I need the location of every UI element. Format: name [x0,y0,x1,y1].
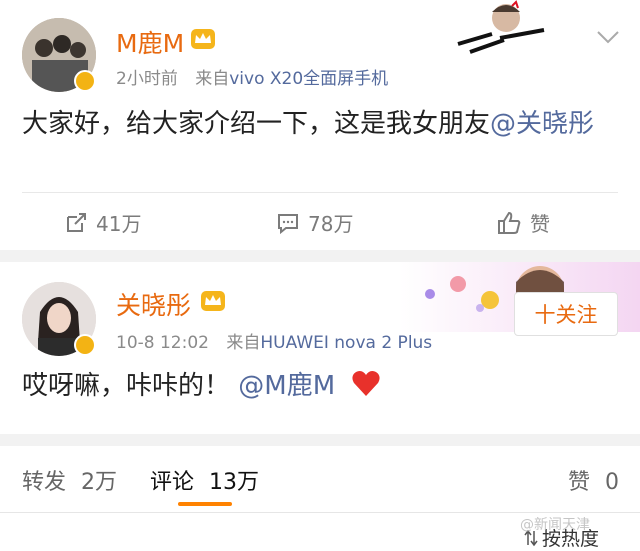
post-card-2: 关晓彤 十关注 10-8 12:02 来自HUAWEI nova 2 Plus … [0,262,640,434]
follow-label: 十关注 [534,303,598,327]
post-meta: 10-8 12:02 来自HUAWEI nova 2 Plus [116,328,432,353]
watermark-text: @新闻天津 [520,517,590,533]
mention-link[interactable]: @关晓彤 [490,109,594,139]
post-time: 2小时前 [116,69,178,89]
mention-link[interactable]: @M鹿M [238,371,335,401]
post-text: 哎呀嘛，咔咔的！ @M鹿M [22,366,612,406]
tab-comments-count: 13万 [209,470,260,495]
tab-reposts-count: 2万 [81,470,118,495]
tab-likes[interactable]: 赞 0 [568,464,619,496]
post-card-1: M鹿M 2小时前 来自vivo X20全面屏手机 大家好，给大家介绍一下，这是我… [0,0,640,250]
section-gap [0,434,640,446]
post-text: 大家好，给大家介绍一下，这是我女朋友@关晓彤 [22,104,612,144]
comment-icon [278,213,298,234]
heart-icon [352,371,381,396]
follow-button[interactable]: 十关注 [514,292,618,336]
watermark: @新闻天津 [520,514,590,534]
active-tab-underline [178,502,232,506]
divider [0,512,640,513]
repost-count: 41万 [96,212,142,236]
tab-likes-label: 赞 [568,470,591,495]
post-text-content: 大家好，给大家介绍一下，这是我女朋友 [22,109,491,139]
section-gap [0,250,640,262]
like-button[interactable]: 赞 [496,208,550,237]
repost-button[interactable]: 41万 [64,208,141,237]
verified-badge-icon [74,334,96,356]
crown-icon [191,29,215,49]
post-source-link[interactable]: vivo X20全面屏手机 [229,69,388,89]
tab-reposts-label: 转发 [22,470,67,495]
thumbs-up-icon [498,211,521,234]
username-link[interactable]: 关晓彤 [116,286,191,322]
like-label: 赞 [530,212,550,236]
divider [22,192,618,193]
crown-icon [201,291,225,311]
post-meta: 2小时前 来自vivo X20全面屏手机 [116,64,388,89]
post-time: 10-8 12:02 [116,333,209,353]
interaction-tab-bar: 转发 2万 评论 13万 赞 0 [0,446,640,512]
source-prefix: 来自 [195,69,230,89]
username-link[interactable]: M鹿M [116,24,184,60]
tab-comments[interactable]: 评论 13万 [150,464,259,496]
post-text-content: 哎呀嘛，咔咔的！ [22,371,231,401]
tab-comments-label: 评论 [150,470,195,495]
verified-badge-icon [74,70,96,92]
post-source-link[interactable]: HUAWEI nova 2 Plus [260,333,432,353]
tab-likes-count: 0 [605,470,620,495]
chevron-down-icon[interactable] [596,30,620,44]
comment-button[interactable]: 78万 [276,208,353,237]
repost-icon [67,212,86,232]
decorative-card-sticker [457,0,545,54]
source-prefix: 来自 [226,333,261,353]
comment-count: 78万 [308,212,354,236]
tab-reposts[interactable]: 转发 2万 [22,464,117,496]
